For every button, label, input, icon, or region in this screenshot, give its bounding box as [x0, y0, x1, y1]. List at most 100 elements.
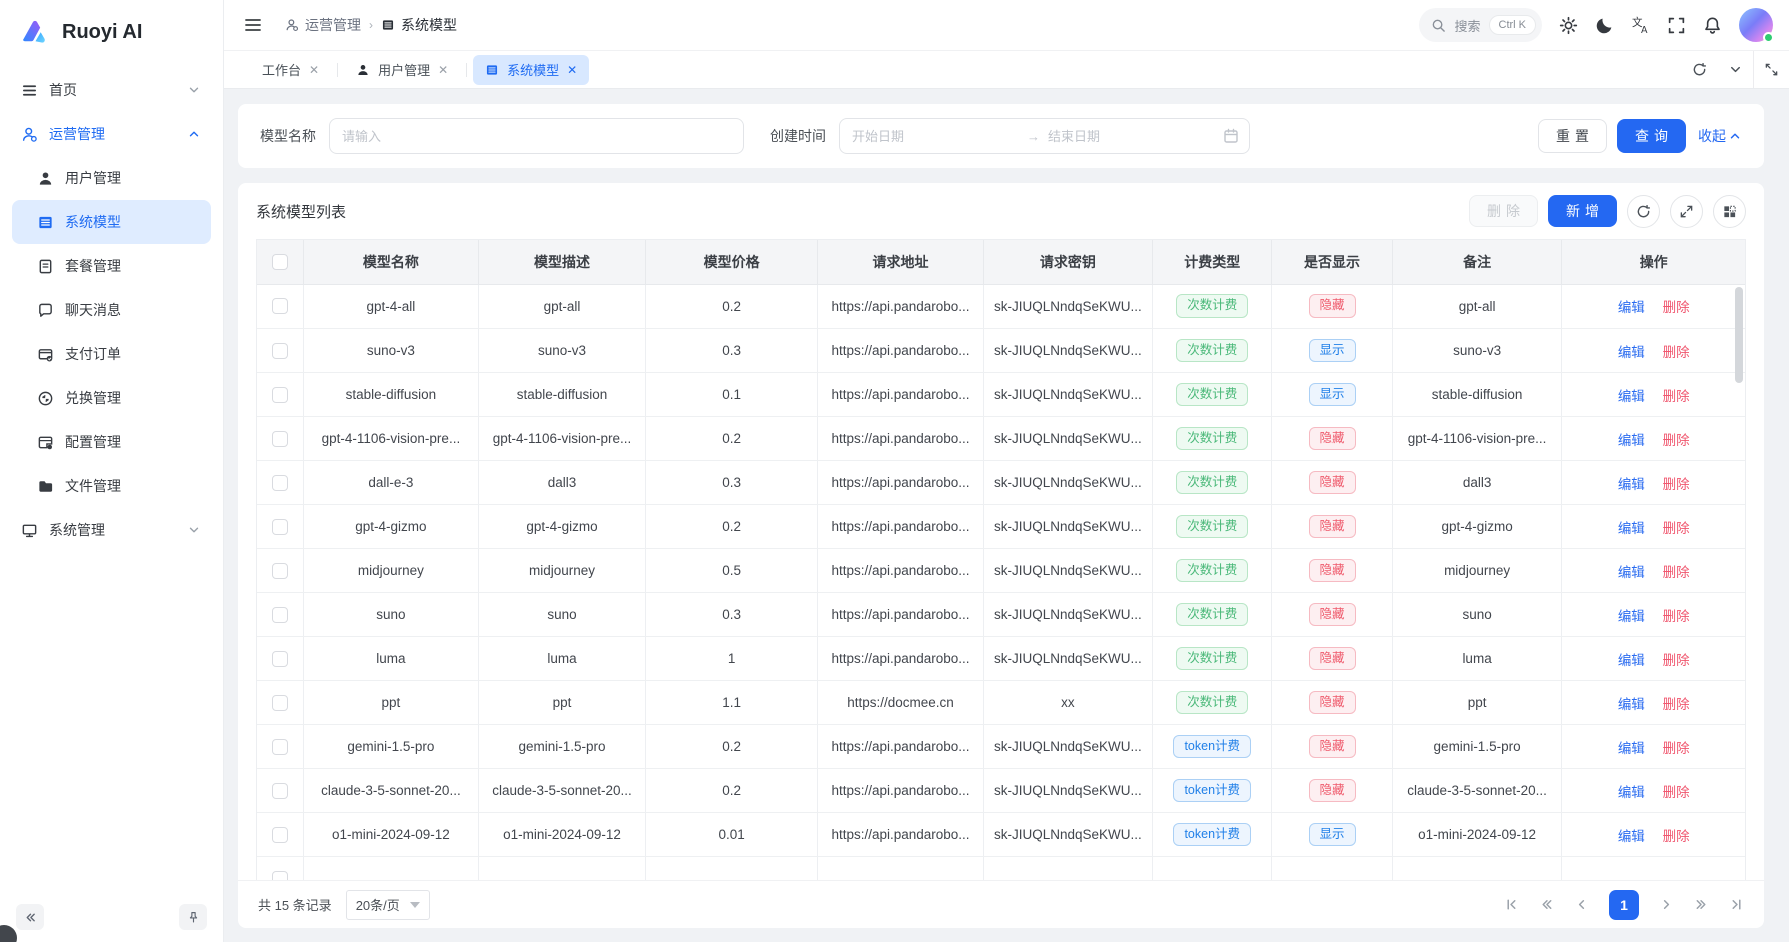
collapse-link[interactable]: 收起 [1698, 126, 1742, 146]
hamburger-icon[interactable] [243, 15, 263, 35]
sidebar-item-config-management[interactable]: 配置管理 [12, 420, 211, 464]
page-size-select[interactable]: 20条/页 [346, 890, 430, 920]
delete-link[interactable]: 删除 [1663, 829, 1690, 844]
delete-link[interactable]: 删除 [1663, 521, 1690, 536]
current-page-button[interactable]: 1 [1609, 890, 1639, 920]
batch-delete-button[interactable]: 删除 [1469, 195, 1538, 227]
close-icon[interactable]: ✕ [309, 63, 319, 77]
query-button[interactable]: 查询 [1617, 119, 1686, 153]
cell-remark: gpt-all [1392, 285, 1562, 329]
cell-model-price: 1 [645, 637, 818, 681]
delete-link[interactable]: 删除 [1663, 653, 1690, 668]
brand-row[interactable]: Ruoyi AI [0, 0, 223, 64]
delete-link[interactable]: 删除 [1663, 345, 1690, 360]
delete-link[interactable]: 删除 [1663, 785, 1690, 800]
row-checkbox[interactable] [272, 651, 288, 667]
table-rows: gpt-4-all gpt-all 0.2 https://api.pandar… [257, 285, 1745, 857]
prev-page-button[interactable] [1574, 897, 1589, 912]
gear-icon[interactable] [1559, 16, 1578, 35]
tab-workbench[interactable]: 工作台 ✕ [250, 55, 331, 85]
bell-icon[interactable] [1703, 16, 1722, 35]
edit-link[interactable]: 编辑 [1618, 653, 1645, 668]
edit-link[interactable]: 编辑 [1618, 829, 1645, 844]
add-button[interactable]: 新增 [1548, 195, 1617, 227]
dark-mode-moon-icon[interactable] [1595, 16, 1614, 35]
row-checkbox[interactable] [272, 343, 288, 359]
breadcrumb-operations[interactable]: 运营管理 [285, 15, 361, 35]
sidebar-item-file-management[interactable]: 文件管理 [12, 464, 211, 508]
date-range-picker[interactable]: → [839, 118, 1250, 154]
table-scrollbar[interactable] [1735, 287, 1743, 383]
delete-link[interactable]: 删除 [1663, 565, 1690, 580]
edit-link[interactable]: 编辑 [1618, 433, 1645, 448]
row-checkbox[interactable] [272, 695, 288, 711]
cell-billing-type: 次数计费 [1153, 285, 1272, 329]
row-checkbox[interactable] [272, 387, 288, 403]
edit-link[interactable]: 编辑 [1618, 565, 1645, 580]
delete-link[interactable]: 删除 [1663, 477, 1690, 492]
row-checkbox[interactable] [272, 475, 288, 491]
fullscreen-icon[interactable] [1667, 16, 1686, 35]
model-name-input[interactable] [329, 118, 744, 154]
sidebar-item-home[interactable]: 首页 [12, 68, 211, 112]
delete-link[interactable]: 删除 [1663, 433, 1690, 448]
close-icon[interactable]: ✕ [438, 63, 448, 77]
edit-link[interactable]: 编辑 [1618, 521, 1645, 536]
delete-link[interactable]: 删除 [1663, 609, 1690, 624]
edit-link[interactable]: 编辑 [1618, 345, 1645, 360]
row-checkbox[interactable] [272, 783, 288, 799]
sidebar-item-system-model[interactable]: 系统模型 [12, 200, 211, 244]
tabbar-more-button[interactable] [1717, 51, 1753, 88]
edit-link[interactable]: 编辑 [1618, 609, 1645, 624]
sidebar-item-user-management[interactable]: 用户管理 [12, 156, 211, 200]
tab-user-management[interactable]: 用户管理 ✕ [344, 55, 460, 85]
table-columns-button[interactable] [1713, 195, 1746, 228]
first-page-button[interactable] [1504, 897, 1519, 912]
row-checkbox[interactable] [272, 607, 288, 623]
tab-system-model[interactable]: 系统模型 ✕ [473, 55, 589, 85]
next-5-pages-button[interactable] [1694, 897, 1709, 912]
row-checkbox[interactable] [272, 871, 288, 880]
translate-icon[interactable]: 文 A [1631, 16, 1650, 35]
delete-link[interactable]: 删除 [1663, 697, 1690, 712]
edit-link[interactable]: 编辑 [1618, 477, 1645, 492]
table-refresh-button[interactable] [1627, 195, 1660, 228]
tabbar-refresh-button[interactable] [1681, 51, 1717, 88]
edit-link[interactable]: 编辑 [1618, 741, 1645, 756]
breadcrumb-system-model[interactable]: 系统模型 [381, 15, 457, 35]
tabbar-layout-button[interactable] [1753, 51, 1789, 88]
close-icon[interactable]: ✕ [567, 63, 577, 77]
sidebar-collapse-button[interactable] [16, 904, 44, 930]
edit-link[interactable]: 编辑 [1618, 697, 1645, 712]
edit-link[interactable]: 编辑 [1618, 389, 1645, 404]
user-avatar[interactable] [1739, 8, 1773, 42]
edit-link[interactable]: 编辑 [1618, 785, 1645, 800]
sidebar-item-payment-orders[interactable]: 支付订单 [12, 332, 211, 376]
sidebar-item-package-management[interactable]: 套餐管理 [12, 244, 211, 288]
delete-link[interactable]: 删除 [1663, 741, 1690, 756]
row-checkbox[interactable] [272, 298, 288, 314]
row-checkbox[interactable] [272, 519, 288, 535]
reset-button[interactable]: 重置 [1538, 119, 1607, 153]
row-checkbox[interactable] [272, 431, 288, 447]
next-page-button[interactable] [1659, 897, 1674, 912]
sidebar-pin-button[interactable] [179, 904, 207, 930]
delete-link[interactable]: 删除 [1663, 389, 1690, 404]
sidebar-item-chat-messages[interactable]: 聊天消息 [12, 288, 211, 332]
row-checkbox[interactable] [272, 827, 288, 843]
prev-5-pages-button[interactable] [1539, 897, 1554, 912]
select-all-checkbox[interactable] [272, 254, 288, 270]
sidebar-item-system-management[interactable]: 系统管理 [12, 508, 211, 552]
visibility-badge: 隐藏 [1309, 779, 1356, 803]
row-checkbox[interactable] [272, 563, 288, 579]
global-search[interactable]: 搜索 Ctrl K [1419, 8, 1542, 42]
edit-link[interactable]: 编辑 [1618, 300, 1645, 315]
delete-link[interactable]: 删除 [1663, 300, 1690, 315]
sidebar-item-operations[interactable]: 运营管理 [12, 112, 211, 156]
table-fullscreen-button[interactable] [1670, 195, 1703, 228]
start-date-input[interactable] [852, 129, 1019, 144]
end-date-input[interactable] [1048, 129, 1215, 144]
sidebar-item-exchange-management[interactable]: 兑换管理 [12, 376, 211, 420]
last-page-button[interactable] [1729, 897, 1744, 912]
row-checkbox[interactable] [272, 739, 288, 755]
